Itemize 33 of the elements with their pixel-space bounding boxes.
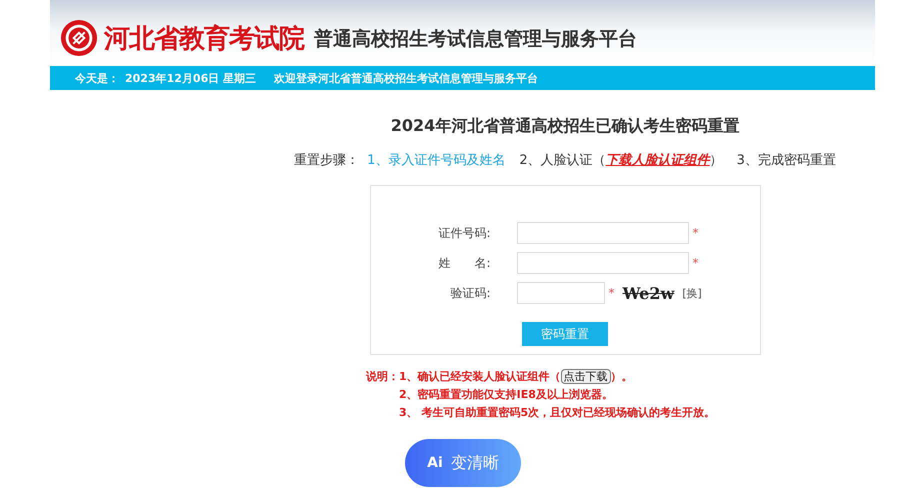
download-link[interactable]: 下载人脸认证组件 [606, 153, 710, 168]
step-text: 2、人脸认证（ [519, 153, 606, 168]
steps-label: 重置步骤： [294, 152, 360, 169]
required-mark: * [608, 286, 614, 300]
notes-label: 说明： [366, 369, 399, 385]
note-text: 1、确认已经安装人脸认证组件（ [399, 369, 561, 384]
field-label: 姓 名: [437, 254, 490, 272]
enhance-button[interactable]: Ai 变清晰 [405, 439, 521, 487]
captcha-image: We2w [622, 284, 674, 302]
input-field[interactable] [516, 252, 688, 274]
input-field[interactable] [516, 282, 604, 304]
emblem-icon [60, 19, 98, 57]
platform-name: 普通高校招生考试信息管理与服务平台 [314, 27, 637, 52]
note-text: 2、密码重置功能仅支持IE8及以上浏览器。 [399, 387, 613, 402]
organization-name: 河北省教育考试院 [104, 22, 304, 56]
date-text: 2023年12月06日 星期三 [125, 70, 256, 86]
refresh-link[interactable]: [换] [682, 286, 702, 300]
step-text: 1、录入证件号码及姓名 [367, 153, 506, 168]
field-label: 验证码: [449, 284, 490, 302]
welcome-text: 欢迎登录河北省普通高校招生考试信息管理与服务平台 [274, 70, 538, 86]
download-button[interactable]: 点击下载 [560, 369, 611, 384]
required-mark: * [692, 256, 698, 270]
input-field[interactable] [516, 222, 688, 244]
note-text: ）。 [610, 369, 633, 384]
required-mark: * [692, 226, 698, 240]
reset-password-button[interactable]: 密码重置 [522, 322, 608, 346]
field-label: 证件号码: [437, 224, 490, 242]
ai-icon: Ai [427, 455, 443, 471]
step-text: 3、完成密码重置 [736, 153, 836, 168]
page-title: 2024年河北省普通高校招生已确认考生密码重置 [390, 116, 740, 137]
date-label: 今天是： [75, 70, 119, 86]
note-text: 3、 考生可自助重置密码5次，且仅对已经现场确认的考生开放。 [399, 405, 716, 420]
step-text: ） [710, 153, 723, 168]
